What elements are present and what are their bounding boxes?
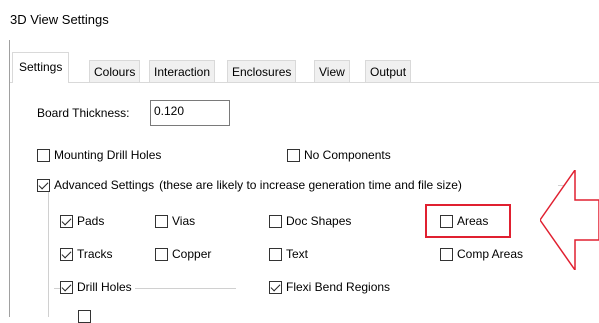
checkbox-box	[60, 247, 73, 261]
tracks-checkbox[interactable]: Tracks	[60, 247, 113, 261]
tracks-label: Tracks	[77, 247, 113, 261]
checkbox-box	[37, 178, 50, 192]
comp-areas-checkbox[interactable]: Comp Areas	[440, 247, 523, 261]
title-bar: 3D View Settings	[0, 0, 599, 40]
text-checkbox[interactable]: Text	[269, 247, 308, 261]
group-border-left	[48, 192, 49, 317]
checkbox-box	[60, 280, 73, 294]
checkbox-box	[155, 247, 168, 261]
mounting-drill-holes-checkbox[interactable]: Mounting Drill Holes	[37, 148, 161, 162]
checkbox-box	[269, 247, 282, 261]
checkbox-box	[60, 214, 73, 228]
pads-checkbox[interactable]: Pads	[60, 214, 104, 228]
mounting-drill-holes-label: Mounting Drill Holes	[54, 148, 162, 162]
areas-highlight-box	[425, 204, 511, 238]
tab-enclosures[interactable]: Enclosures	[227, 60, 297, 82]
flexi-bend-regions-checkbox[interactable]: Flexi Bend Regions	[269, 280, 390, 294]
no-components-checkbox[interactable]: No Components	[287, 148, 391, 162]
pointer-arrow-icon	[540, 170, 599, 270]
text-label: Text	[286, 247, 309, 261]
doc-shapes-label: Doc Shapes	[286, 214, 352, 228]
vias-label: Vias	[172, 214, 196, 228]
checkbox-box	[155, 214, 168, 228]
doc-shapes-checkbox[interactable]: Doc Shapes	[269, 214, 351, 228]
advanced-settings-checkbox[interactable]: Advanced Settings (these are likely to i…	[37, 178, 462, 192]
checkbox-box	[269, 280, 282, 294]
tab-output[interactable]: Output	[365, 60, 412, 82]
checkbox-box	[287, 148, 300, 162]
checkbox-box	[37, 148, 50, 162]
board-thickness-input[interactable]: 0.120	[150, 100, 230, 126]
flexi-bend-regions-label: Flexi Bend Regions	[286, 280, 391, 294]
copper-checkbox[interactable]: Copper	[155, 247, 211, 261]
checkbox-box	[440, 247, 453, 261]
board-thickness-label: Board Thickness:	[37, 106, 130, 120]
tab-interaction[interactable]: Interaction	[149, 60, 216, 82]
checkbox-box	[269, 214, 282, 228]
pads-label: Pads	[77, 214, 105, 228]
copper-label: Copper	[172, 247, 212, 261]
tab-settings[interactable]: Settings	[12, 52, 70, 83]
tab-view[interactable]: View	[314, 60, 350, 82]
vias-checkbox[interactable]: Vias	[155, 214, 195, 228]
window-title: 3D View Settings	[10, 12, 109, 27]
comp-areas-label: Comp Areas	[457, 247, 524, 261]
advanced-settings-note: (these are likely to increase generation…	[159, 178, 462, 192]
no-components-label: No Components	[304, 148, 391, 162]
advanced-settings-label: Advanced Settings	[54, 178, 155, 192]
drill-holes-checkbox[interactable]: Drill Holes	[60, 280, 135, 294]
tab-colours[interactable]: Colours	[89, 60, 141, 82]
drill-holes-label: Drill Holes	[77, 280, 132, 294]
